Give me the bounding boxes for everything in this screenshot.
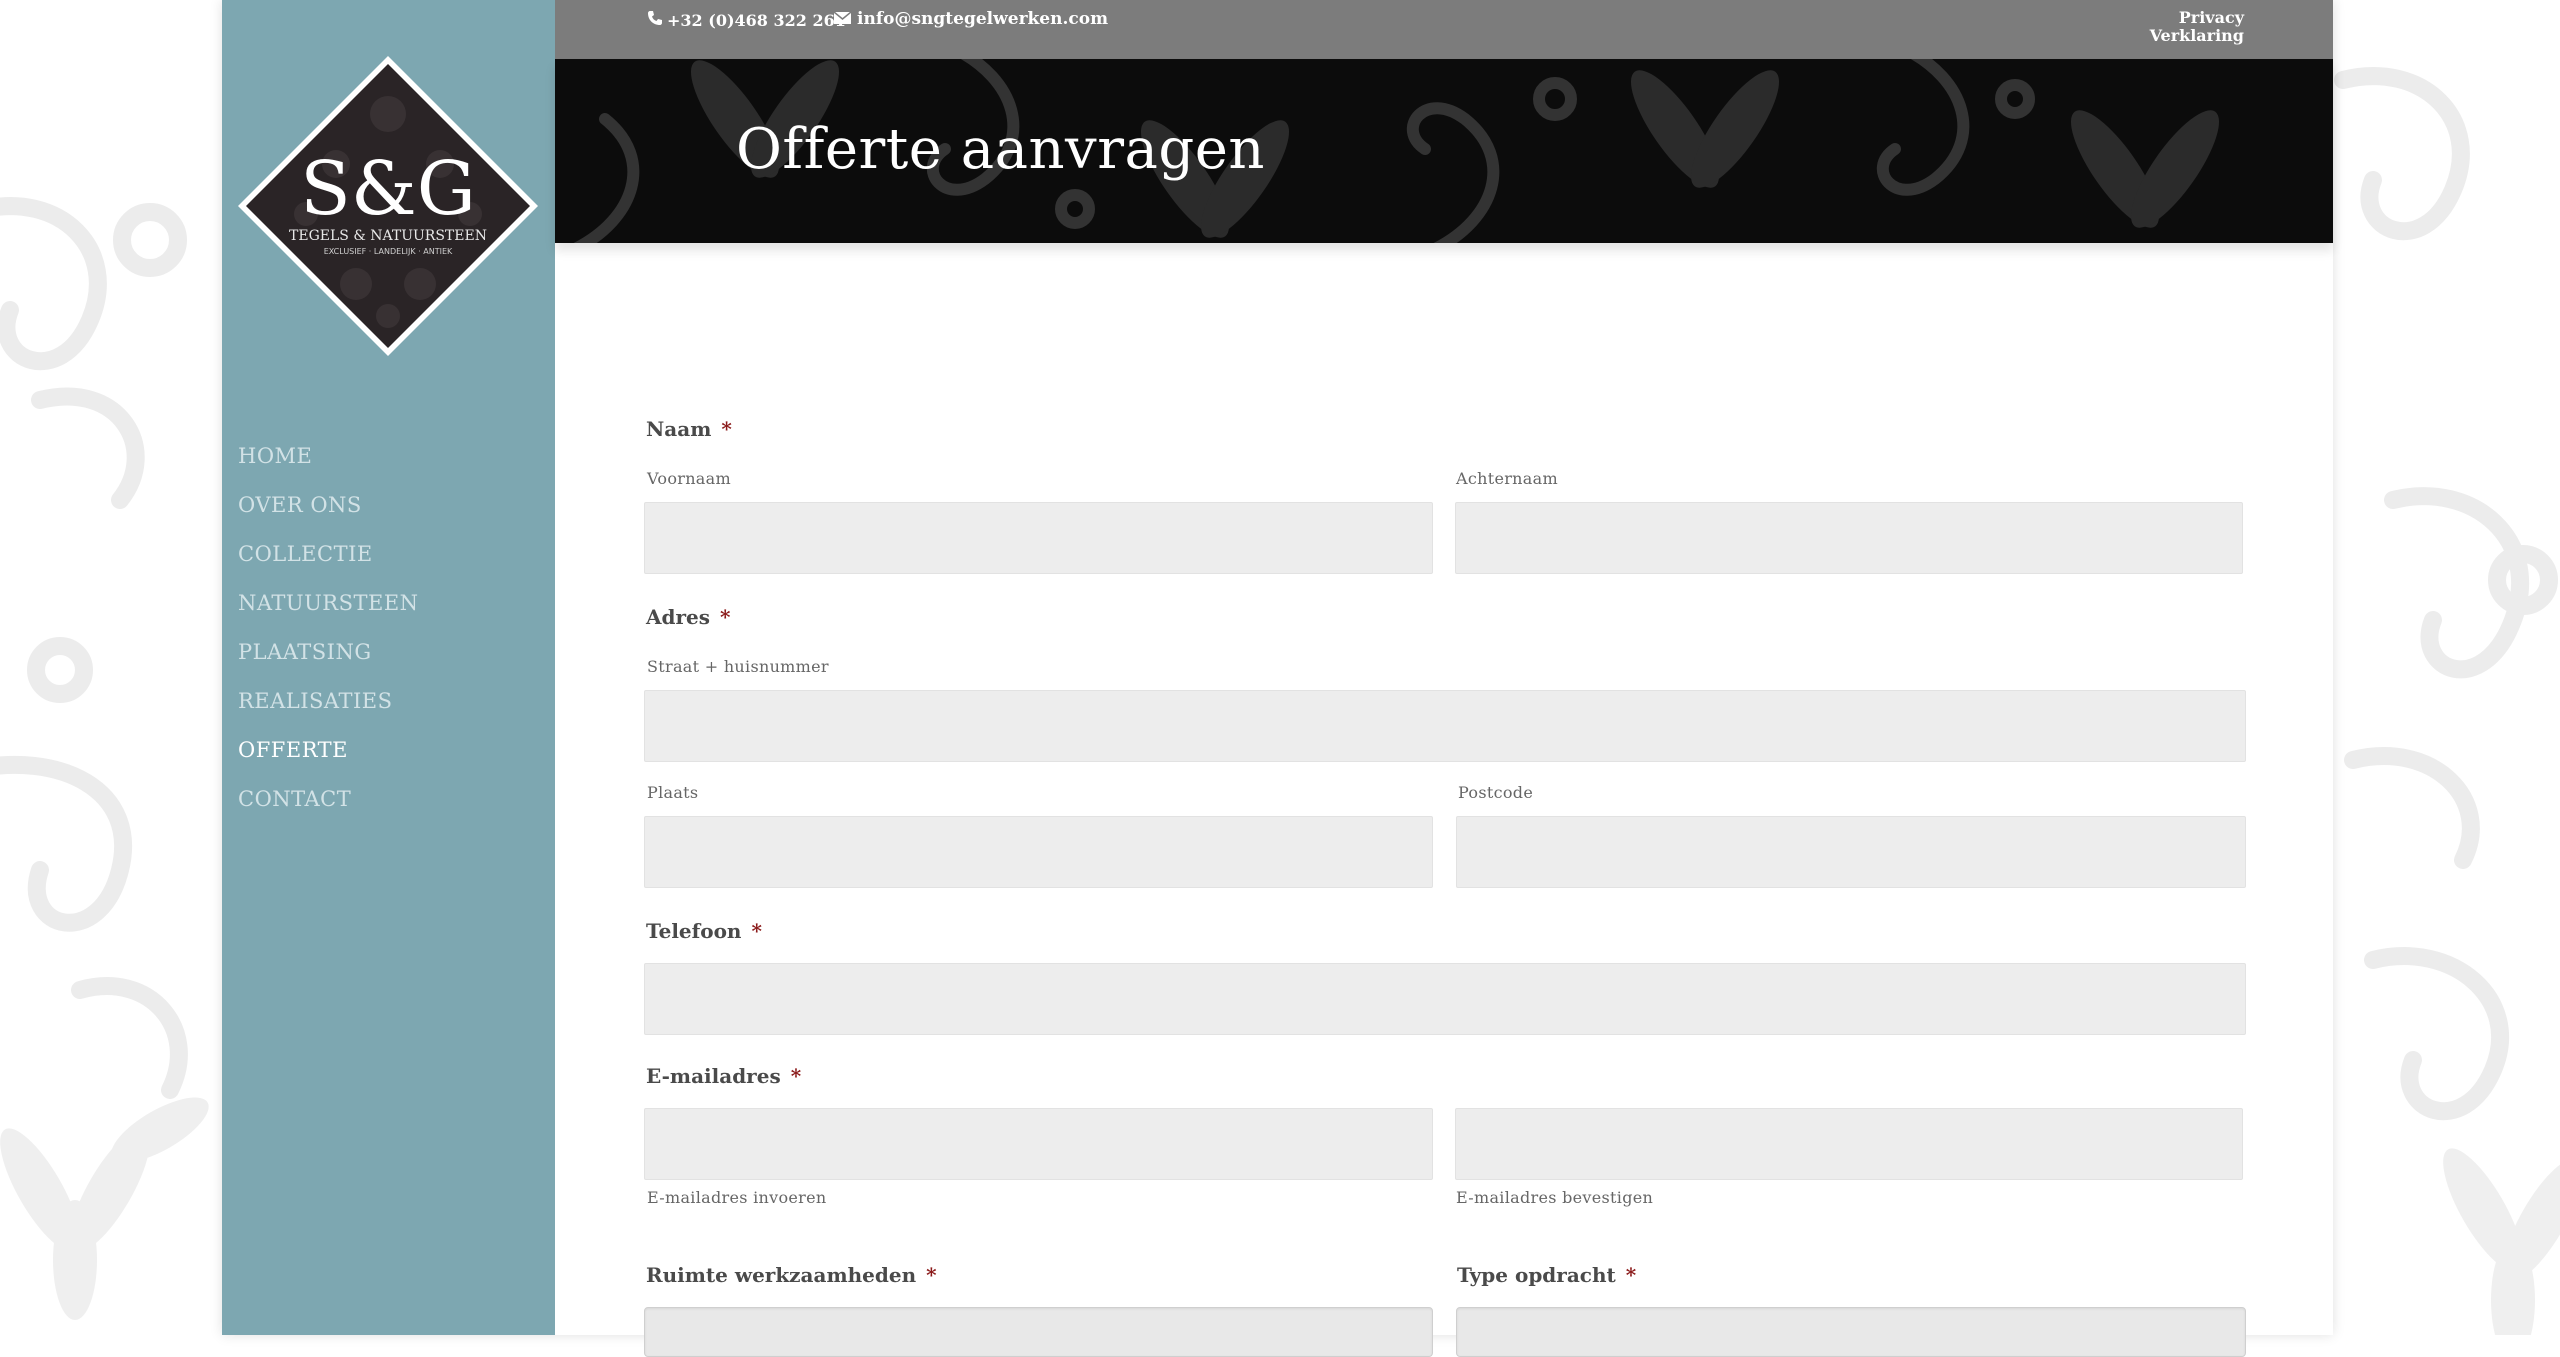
phone-icon: [647, 10, 663, 30]
voornaam-field[interactable]: [644, 502, 1433, 574]
privacy-link-line1: Privacy: [2178, 8, 2244, 27]
plaats-sublabel: Plaats: [647, 783, 699, 802]
email-contact[interactable]: info@sngtegelwerken.com: [833, 9, 1109, 29]
type-opdracht-label: Type opdracht *: [1457, 1263, 1637, 1287]
plaats-input[interactable]: [645, 817, 1432, 887]
required-marker: *: [790, 1064, 802, 1088]
nav-item-natuursteen[interactable]: NATUURSTEEN: [238, 585, 419, 634]
nav-item-plaatsing[interactable]: PLAATSING: [238, 634, 419, 683]
sidebar: S&G TEGELS & NATUURSTEEN EXCLUSIEF · LAN…: [222, 0, 555, 1335]
svg-text:EXCLUSIEF · LANDELIJK · ANTIEK: EXCLUSIEF · LANDELIJK · ANTIEK: [324, 247, 453, 256]
email-label: E-mailadres *: [646, 1064, 802, 1088]
email-enter-sublabel: E-mailadres invoeren: [647, 1188, 827, 1207]
phone-number: +32 (0)468 322 261: [667, 10, 846, 30]
required-marker: *: [720, 605, 731, 629]
required-marker: *: [751, 919, 762, 943]
envelope-icon: [833, 9, 852, 29]
achternaam-input[interactable]: [1456, 503, 2242, 573]
required-marker: *: [721, 417, 732, 441]
telefoon-field[interactable]: [644, 963, 2246, 1035]
email-address: info@sngtegelwerken.com: [857, 9, 1109, 29]
privacy-link-line2: Verklaring: [2149, 26, 2244, 45]
email-enter-input[interactable]: [645, 1109, 1432, 1179]
nav-item-contact[interactable]: CONTACT: [238, 781, 419, 830]
background-ornament-left: [0, 150, 222, 1335]
email-confirm-field[interactable]: [1455, 1108, 2243, 1180]
straat-sublabel: Straat + huisnummer: [647, 657, 829, 676]
achternaam-field[interactable]: [1455, 502, 2243, 574]
required-marker: *: [1625, 1263, 1637, 1287]
phone-contact[interactable]: +32 (0)468 322 261: [647, 10, 846, 30]
top-bar: +32 (0)468 322 261 info@sngtegelwerken.c…: [555, 0, 2333, 59]
nav-item-realisaties[interactable]: REALISATIES: [238, 683, 419, 732]
email-enter-field[interactable]: [644, 1108, 1433, 1180]
achternaam-sublabel: Achternaam: [1456, 469, 1558, 488]
page-hero: Offerte aanvragen: [555, 59, 2333, 243]
page-title: Offerte aanvragen: [736, 117, 1265, 182]
nav-item-over-ons[interactable]: OVER ONS: [238, 487, 419, 536]
adres-label: Adres *: [646, 605, 731, 629]
plaats-field[interactable]: [644, 816, 1433, 888]
required-marker: *: [926, 1263, 937, 1287]
voornaam-input[interactable]: [645, 503, 1432, 573]
privacy-link[interactable]: Privacy Verklaring: [2124, 9, 2244, 45]
page-container: S&G TEGELS & NATUURSTEEN EXCLUSIEF · LAN…: [222, 0, 2333, 1357]
voornaam-sublabel: Voornaam: [647, 469, 731, 488]
postcode-sublabel: Postcode: [1458, 783, 1534, 802]
straat-field[interactable]: [644, 690, 2246, 762]
email-confirm-input[interactable]: [1456, 1109, 2242, 1179]
main-navigation: HOME OVER ONS COLLECTIE NATUURSTEEN PLAA…: [238, 438, 419, 830]
site-logo[interactable]: S&G TEGELS & NATUURSTEEN EXCLUSIEF · LAN…: [236, 54, 540, 358]
nav-item-collectie[interactable]: COLLECTIE: [238, 536, 419, 585]
svg-text:S&G: S&G: [300, 146, 476, 232]
postcode-field[interactable]: [1456, 816, 2246, 888]
telefoon-label: Telefoon *: [646, 919, 762, 943]
naam-label: Naam *: [646, 417, 732, 441]
email-confirm-sublabel: E-mailadres bevestigen: [1456, 1188, 1654, 1207]
straat-input[interactable]: [645, 691, 2245, 761]
background-ornament-right: [2333, 60, 2560, 1335]
telefoon-input[interactable]: [645, 964, 2245, 1034]
nav-item-home[interactable]: HOME: [238, 438, 419, 487]
svg-text:TEGELS & NATUURSTEEN: TEGELS & NATUURSTEEN: [289, 228, 487, 244]
quote-form: Naam * Voornaam Achternaam Adres * Straat …: [555, 243, 2333, 1357]
ruimte-label: Ruimte werkzaamheden *: [646, 1263, 937, 1287]
postcode-input[interactable]: [1457, 817, 2245, 887]
ruimte-select[interactable]: [644, 1307, 1433, 1357]
nav-item-offerte[interactable]: OFFERTE: [238, 732, 419, 781]
type-opdracht-select[interactable]: [1456, 1307, 2246, 1357]
